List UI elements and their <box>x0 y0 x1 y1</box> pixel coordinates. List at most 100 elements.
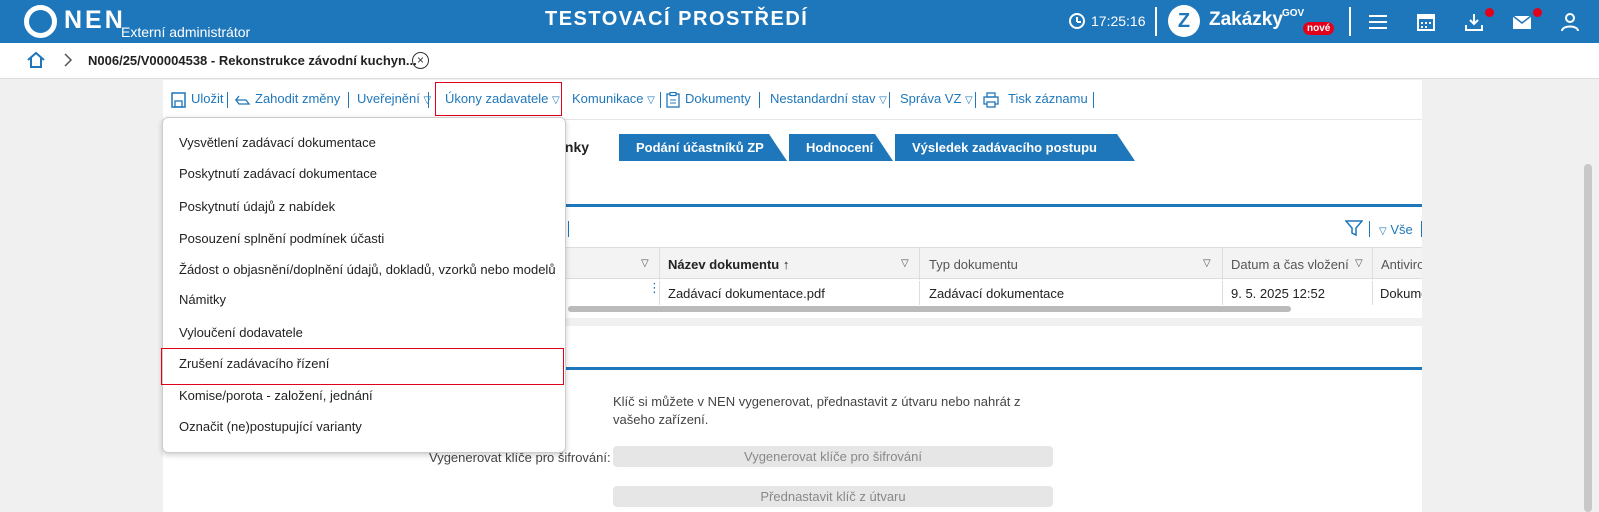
section-divider <box>561 367 1422 370</box>
menu-item-explanation[interactable]: Vysvětlení zadávací dokumentace <box>179 135 376 150</box>
filter-divider <box>568 221 569 237</box>
column-divider <box>1222 248 1223 280</box>
menu-item-bid-data[interactable]: Poskytnutí údajů z nabídek <box>179 199 335 214</box>
all-label: Vše <box>1390 222 1413 237</box>
undo-icon[interactable] <box>234 93 251 107</box>
column-divider <box>659 281 660 305</box>
document-name-cell[interactable]: Zadávací dokumentace.pdf <box>668 286 825 301</box>
chevron-down-icon: ▽ <box>879 95 887 106</box>
clock-icon <box>1069 13 1085 29</box>
toolbar-divider <box>227 92 228 108</box>
user-icon[interactable] <box>1559 11 1581 33</box>
filter-divider <box>1421 221 1422 237</box>
table-horizontal-scrollbar[interactable] <box>568 306 1291 312</box>
new-badge: nové <box>1303 22 1335 35</box>
save-button[interactable]: Uložit <box>191 91 224 106</box>
encryption-note: Klíč si můžete v NEN vygenerovat, předna… <box>613 394 1021 427</box>
communication-menu[interactable]: Komunikace ▽ <box>572 91 655 106</box>
actions-label: Úkony zadavatele <box>445 91 549 106</box>
print-record-button[interactable]: Tisk záznamu <box>1008 91 1088 106</box>
column-filter-icon[interactable]: ▽ <box>641 258 649 269</box>
menu-item-exclude-supplier[interactable]: Vyloučení dodavatele <box>179 325 303 340</box>
document-name-header-label: Název dokumentu <box>668 257 780 272</box>
publication-label: Uveřejnění <box>357 91 420 106</box>
menu-item-mark-variants[interactable]: Označit (ne)postupující varianty <box>179 419 362 434</box>
document-icon[interactable] <box>666 92 680 108</box>
menu-item-provide-docs[interactable]: Poskytnutí zadávací dokumentace <box>179 166 377 181</box>
nonstandard-state-menu[interactable]: Nestandardní stav ▽ <box>770 91 887 106</box>
toolbar-divider <box>348 92 349 108</box>
column-header-document-type[interactable]: Typ dokumentu <box>929 257 1018 272</box>
column-filter-icon[interactable]: ▽ <box>1203 258 1211 269</box>
toolbar: Uložit Zahodit změny Uveřejnění ▽ Úkony … <box>163 80 1422 120</box>
divider <box>1349 7 1351 36</box>
download-icon[interactable] <box>1463 11 1485 33</box>
filter-divider <box>1369 221 1370 237</box>
page-vertical-scrollbar[interactable] <box>1584 164 1592 512</box>
session-time: 17:25:16 <box>1091 13 1146 29</box>
zakazky-logo-icon[interactable]: Z <box>1168 5 1200 37</box>
column-filter-icon[interactable]: ▽ <box>901 258 909 269</box>
discard-changes-button[interactable]: Zahodit změny <box>255 91 340 106</box>
top-bar: NEN Externí administrátor TESTOVACÍ PROS… <box>0 0 1599 43</box>
toolbar-divider <box>660 92 661 108</box>
tab-evaluation[interactable]: Hodnocení <box>789 134 893 161</box>
chevron-down-icon: ▽ <box>1379 226 1387 237</box>
toolbar-divider <box>889 92 890 108</box>
chevron-down-icon: ▽ <box>647 95 655 106</box>
mail-alert-dot <box>1533 8 1542 17</box>
column-header-upload-date[interactable]: Datum a čas vložení <box>1231 257 1349 272</box>
filter-icon[interactable] <box>1345 219 1363 237</box>
brand-name[interactable]: NEN <box>64 6 126 35</box>
column-header-document-name[interactable]: Název dokumentu ↑ <box>668 257 789 272</box>
home-icon[interactable] <box>26 51 46 69</box>
table-header: ▽ Název dokumentu ↑ ▽ Typ dokumentu ▽ Da… <box>561 247 1422 280</box>
menu-item-committee[interactable]: Komise/porota - založení, jednání <box>179 388 373 403</box>
vz-management-menu[interactable]: Správa VZ ▽ <box>900 91 973 106</box>
communication-label: Komunikace <box>572 91 644 106</box>
toolbar-divider <box>428 92 429 108</box>
breadcrumb: N006/25/V00004538 - Rekonstrukce závodní… <box>0 43 1599 79</box>
generate-keys-button[interactable]: Vygenerovat klíče pro šifrování <box>613 446 1053 467</box>
user-role: Externí administrátor <box>121 24 251 40</box>
toolbar-divider <box>759 92 760 108</box>
chevron-down-icon: ▽ <box>551 95 560 106</box>
menu-item-assess-conditions[interactable]: Posouzení splnění podmínek účasti <box>179 231 384 246</box>
sort-ascending-icon: ↑ <box>782 257 790 272</box>
calendar-icon[interactable] <box>1415 11 1437 33</box>
menu-icon[interactable] <box>1367 11 1389 33</box>
menu-item-clarification-request[interactable]: Žádost o objasnění/doplnění údajů, dokla… <box>179 262 556 277</box>
menu-item-cancel-procedure[interactable]: Zrušení zadávacího řízení <box>179 356 329 371</box>
breadcrumb-current[interactable]: N006/25/V00004538 - Rekonstrukce závodní… <box>88 53 417 68</box>
nonstandard-state-label: Nestandardní stav <box>770 91 876 106</box>
save-icon[interactable] <box>171 92 186 108</box>
contracting-authority-actions-menu[interactable]: Úkony zadavatele ▽ <box>445 91 560 106</box>
tab-participant-submissions[interactable]: Podání účastníků ZP <box>619 134 787 161</box>
column-header-antivirus[interactable]: Antiviro <box>1381 257 1422 272</box>
column-divider <box>1222 281 1223 305</box>
environment-title: TESTOVACÍ PROSTŘEDÍ <box>545 8 809 30</box>
column-divider <box>919 281 920 305</box>
column-divider <box>1372 248 1373 280</box>
chevron-down-icon: ▽ <box>965 95 973 106</box>
menu-item-objections[interactable]: Námitky <box>179 292 226 307</box>
upload-date-cell: 9. 5. 2025 12:52 <box>1231 286 1325 301</box>
nen-logo-icon[interactable] <box>24 5 57 38</box>
column-divider <box>1372 281 1373 305</box>
print-icon[interactable] <box>983 92 999 108</box>
vz-management-label: Správa VZ <box>900 91 962 106</box>
publication-menu[interactable]: Uveřejnění ▽ <box>357 91 431 106</box>
divider <box>1155 7 1157 36</box>
preset-key-button[interactable]: Přednastavit klíč z útvaru <box>613 486 1053 507</box>
document-type-cell: Zadávací dokumentace <box>929 286 1065 301</box>
toolbar-divider <box>1093 92 1094 108</box>
close-icon[interactable]: × <box>412 52 429 69</box>
tab-procedure-result[interactable]: Výsledek zadávacího postupu <box>895 134 1135 161</box>
mail-icon[interactable] <box>1511 11 1533 33</box>
zakazky-link[interactable]: Zakázky <box>1209 9 1283 31</box>
show-all-filter[interactable]: ▽ Vše <box>1379 222 1413 237</box>
column-filter-icon[interactable]: ▽ <box>1355 258 1363 269</box>
column-divider <box>659 248 660 280</box>
documents-button[interactable]: Dokumenty <box>685 91 751 106</box>
actions-dropdown-menu: Vysvětlení zadávací dokumentace Poskytnu… <box>161 117 566 453</box>
